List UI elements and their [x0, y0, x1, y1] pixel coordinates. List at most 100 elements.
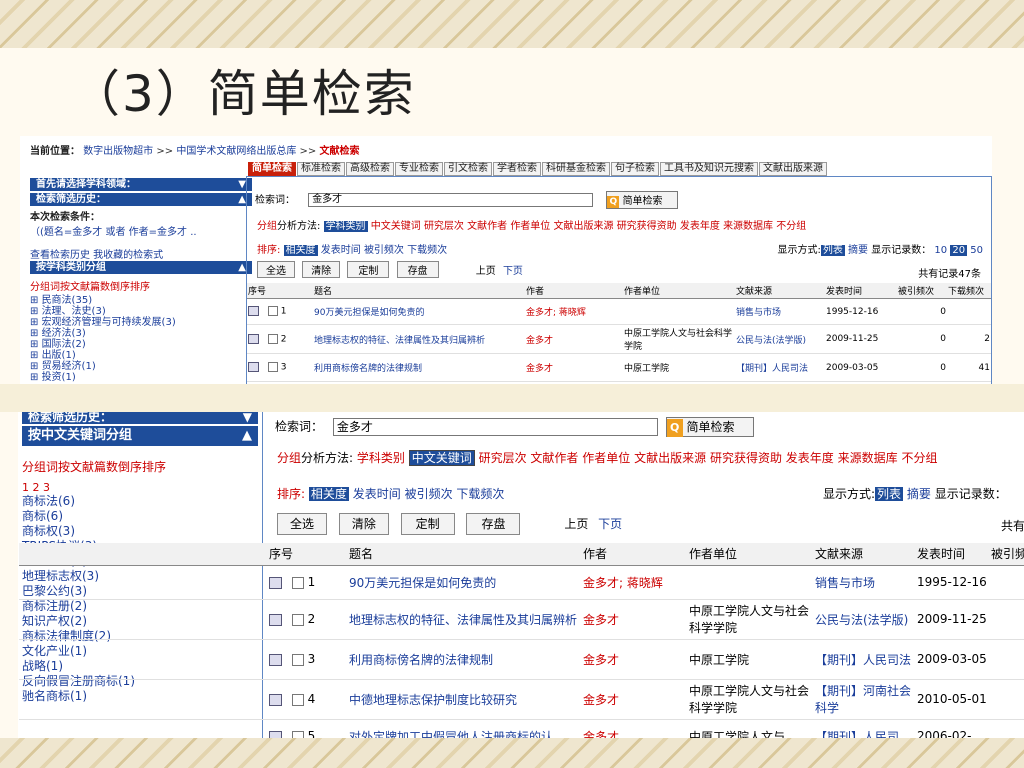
document-icon[interactable] — [269, 653, 282, 666]
simple-search-button[interactable]: Q 简单检索 — [606, 191, 678, 209]
page-links[interactable]: 1 2 3 — [22, 481, 258, 494]
row-source[interactable]: 销售与市场 — [814, 565, 916, 600]
document-icon[interactable] — [248, 362, 259, 373]
history-bar[interactable]: 检索筛选历史： ▼ — [22, 412, 258, 424]
row-title[interactable]: 地理标志权的特征、法律属性及其归属辨析 — [348, 599, 582, 640]
tab-citation-search[interactable]: 引文检索 — [444, 162, 492, 176]
row-author[interactable]: 金多才; 蒋晓辉 — [525, 298, 623, 325]
history-bar[interactable]: 检索筛选历史： ▲ — [30, 193, 252, 206]
display-abstract[interactable]: 摘要 — [848, 245, 868, 256]
row-source[interactable]: 公民与法(法学版) — [814, 599, 916, 640]
breadcrumb-item[interactable]: 中国学术文献网络出版总库 — [176, 146, 296, 157]
row-checkbox[interactable] — [291, 613, 304, 626]
simple-search-button[interactable]: Q 简单检索 — [665, 417, 754, 437]
customize-button[interactable]: 定制 — [400, 513, 455, 535]
sort-downloads[interactable]: 下载频次 — [407, 245, 447, 256]
next-page-link[interactable]: 下页 — [598, 517, 622, 531]
group-option[interactable]: 研究层次 — [424, 221, 464, 232]
save-button[interactable]: 存盘 — [466, 513, 521, 535]
row-source[interactable]: 【期刊】人民司 — [814, 719, 916, 738]
sort-date[interactable]: 发表时间 — [321, 245, 361, 256]
prev-page-link[interactable]: 上页 — [564, 517, 588, 531]
sort-cited[interactable]: 被引频次 — [405, 487, 453, 501]
subject-group-bar[interactable]: 按学科类别分组 ▲ — [30, 261, 252, 274]
row-checkbox[interactable] — [291, 576, 304, 589]
group-subject-selected[interactable]: 学科类别 — [323, 221, 368, 232]
document-icon[interactable] — [269, 693, 282, 706]
group-option[interactable]: 文献作者 — [530, 451, 578, 465]
group-option[interactable]: 来源数据库 — [838, 451, 898, 465]
row-author[interactable]: 金多才 — [525, 324, 623, 354]
group-option[interactable]: 作者单位 — [510, 221, 550, 232]
group-option[interactable]: 来源数据库 — [723, 221, 773, 232]
subject-item[interactable]: ⊞ 法理、法史(3) — [30, 306, 252, 317]
row-author[interactable]: 金多才 — [582, 679, 688, 720]
row-checkbox[interactable] — [291, 730, 304, 738]
tab-scholar-search[interactable]: 学者检索 — [493, 162, 541, 176]
group-option[interactable]: 学科类别 — [357, 451, 405, 465]
group-option[interactable]: 发表年度 — [786, 451, 834, 465]
subject-item[interactable]: ⊞ 出版(1) — [30, 350, 252, 361]
subject-item[interactable]: ⊞ 经济法(3) — [30, 328, 252, 339]
prev-page-link[interactable]: 上页 — [476, 266, 496, 277]
row-source[interactable]: 销售与市场 — [735, 298, 825, 325]
row-checkbox[interactable] — [291, 693, 304, 706]
sort-relevance[interactable]: 相关度 — [308, 487, 349, 501]
row-author[interactable]: 金多才 — [582, 599, 688, 640]
condition-value[interactable]: （(题名=金多才 或者 作者=金多才 .. — [30, 223, 252, 238]
row-checkbox[interactable] — [291, 653, 304, 666]
display-abstract[interactable]: 摘要 — [907, 487, 931, 501]
keyword-item[interactable]: 商标权(3) — [22, 524, 258, 539]
group-option[interactable]: 文献作者 — [467, 221, 507, 232]
row-title[interactable]: 90万美元担保是如何免责的 — [348, 565, 582, 600]
row-title[interactable]: 利用商标傍名牌的法律规制 — [313, 353, 525, 382]
subject-item[interactable]: ⊞ 宏观经济管理与可持续发展(3) — [30, 317, 252, 328]
customize-button[interactable]: 定制 — [347, 261, 390, 278]
row-author[interactable]: 金多才 — [582, 719, 688, 738]
display-list[interactable]: 列表 — [875, 487, 904, 501]
group-option[interactable]: 不分组 — [776, 221, 806, 232]
row-title[interactable]: 对外定牌加工中假冒他人注册商标的认 — [348, 719, 582, 738]
clear-button[interactable]: 清除 — [338, 513, 389, 535]
display-list[interactable]: 列表 — [820, 245, 845, 256]
breadcrumb-item[interactable]: 数字出版物超市 — [83, 146, 153, 157]
document-icon[interactable] — [248, 333, 259, 344]
subject-item[interactable]: ⊞ 贸易经济(1) — [30, 361, 252, 372]
group-option[interactable]: 研究获得资助 — [617, 221, 677, 232]
keyword-item[interactable]: 商标法(6) — [22, 494, 258, 509]
search-input[interactable]: 金多才 — [308, 193, 594, 207]
tab-standard-search[interactable]: 标准检索 — [297, 162, 345, 176]
document-icon[interactable] — [269, 576, 282, 589]
keyword-item[interactable]: 商标(6) — [22, 509, 258, 524]
count-20[interactable]: 20 — [950, 245, 968, 256]
row-title[interactable]: 中德地理标志保护制度比较研究 — [348, 679, 582, 720]
tab-fund-search[interactable]: 科研基金检索 — [542, 162, 610, 176]
group-keyword-selected[interactable]: 中文关键词 — [408, 450, 475, 466]
row-source[interactable]: 公民与法(法学版) — [735, 324, 825, 354]
search-input[interactable]: 金多才 — [332, 418, 658, 436]
tab-reference-search[interactable]: 工具书及知识元搜索 — [660, 162, 758, 176]
keyword-group-bar[interactable]: 按中文关键词分组 ▲ — [22, 426, 258, 446]
group-option[interactable]: 发表年度 — [680, 221, 720, 232]
row-source[interactable]: 【期刊】河南社会科学 — [814, 679, 916, 720]
group-option[interactable]: 文献出版来源 — [554, 221, 614, 232]
row-checkbox[interactable] — [267, 306, 278, 317]
group-option[interactable]: 文献出版来源 — [634, 451, 706, 465]
select-all-button[interactable]: 全选 — [277, 513, 327, 535]
field-select-bar[interactable]: 首先请选择学科领域： ▼ — [30, 178, 252, 191]
tab-sentence-search[interactable]: 句子检索 — [611, 162, 659, 176]
row-title[interactable]: 利用商标傍名牌的法律规制 — [348, 639, 582, 680]
row-title[interactable]: 地理标志权的特征、法律属性及其归属辨析 — [313, 324, 525, 354]
tab-advanced-search[interactable]: 高级检索 — [346, 162, 394, 176]
row-title[interactable]: 90万美元担保是如何免责的 — [313, 298, 525, 325]
group-option[interactable]: 不分组 — [901, 451, 937, 465]
document-icon[interactable] — [269, 730, 282, 738]
subject-item[interactable]: ⊞ 国际法(2) — [30, 339, 252, 350]
tab-professional-search[interactable]: 专业检索 — [395, 162, 443, 176]
sort-cited[interactable]: 被引频次 — [364, 245, 404, 256]
count-10[interactable]: 10 — [934, 245, 947, 256]
row-source[interactable]: 【期刊】人民司法 — [735, 353, 825, 382]
save-button[interactable]: 存盘 — [396, 261, 439, 278]
sort-date[interactable]: 发表时间 — [353, 487, 401, 501]
row-checkbox[interactable] — [267, 333, 278, 344]
